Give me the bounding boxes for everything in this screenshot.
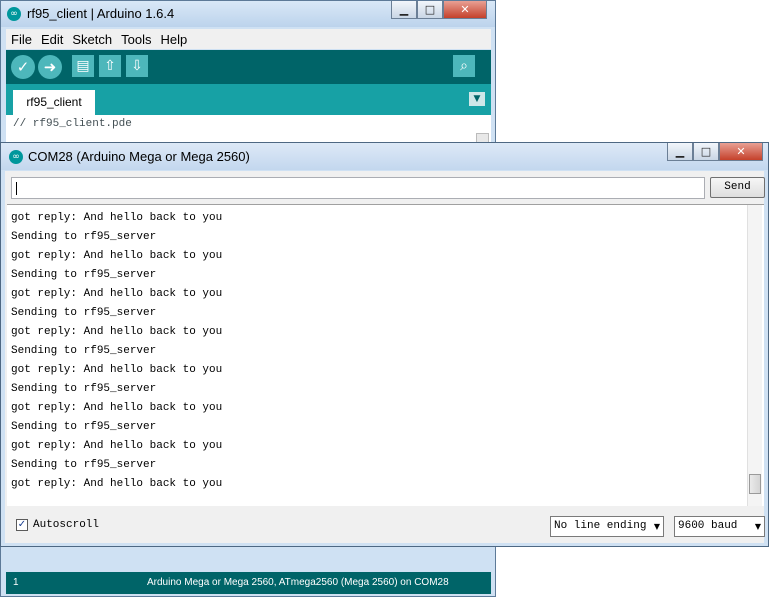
new-file-icon[interactable]: ▤ xyxy=(72,55,94,77)
baud-rate-value: 9600 baud xyxy=(678,520,738,532)
output-line: Sending to rf95_server xyxy=(11,345,157,357)
line-ending-value: No line ending xyxy=(554,520,647,532)
output-line: Sending to rf95_server xyxy=(11,383,157,395)
serial-window-title: COM28 (Arduino Mega or Mega 2560) xyxy=(28,149,250,164)
output-line: Sending to rf95_server xyxy=(11,307,157,319)
arduino-logo-icon: ∞ xyxy=(9,150,23,164)
ide-tabbar: rf95_client ▼ xyxy=(6,84,491,115)
serial-send-input[interactable] xyxy=(11,177,705,199)
code-editor[interactable]: // rf95_client.pde xyxy=(6,115,491,145)
ide-window-title: rf95_client | Arduino 1.6.4 xyxy=(27,6,175,21)
ide-menubar: File Edit Sketch Tools Help xyxy=(6,29,491,49)
serial-bottom-bar: ✓ Autoscroll No line ending ▼ 9600 baud … xyxy=(5,511,765,543)
ide-window-controls: ▁ □ ✕ xyxy=(391,1,487,19)
chevron-down-icon: ▼ xyxy=(653,522,660,531)
output-line: got reply: And hello back to you xyxy=(11,212,223,224)
serial-titlebar[interactable]: ∞ COM28 (Arduino Mega or Mega 2560) ▁ □ … xyxy=(1,143,768,170)
scrollbar-thumb[interactable] xyxy=(749,474,761,494)
maximize-icon[interactable]: □ xyxy=(693,143,719,161)
autoscroll-checkbox[interactable]: ✓ xyxy=(16,519,28,531)
baud-rate-select[interactable]: 9600 baud ▼ xyxy=(674,516,765,537)
output-line: got reply: And hello back to you xyxy=(11,440,223,452)
close-icon[interactable]: ✕ xyxy=(443,1,487,19)
output-lines: got reply: And hello back to you Sending… xyxy=(11,211,222,496)
ide-status-bar: 1 Arduino Mega or Mega 2560, ATmega2560 … xyxy=(6,572,491,594)
menu-sketch[interactable]: Sketch xyxy=(72,32,112,47)
output-line: Sending to rf95_server xyxy=(11,231,157,243)
output-line: got reply: And hello back to you xyxy=(11,326,223,338)
output-line: got reply: And hello back to you xyxy=(11,250,223,262)
send-button[interactable]: Send xyxy=(710,177,765,198)
status-board-info: Arduino Mega or Mega 2560, ATmega2560 (M… xyxy=(147,577,449,588)
serial-window-controls: ▁ □ ✕ xyxy=(667,143,763,161)
output-line: got reply: And hello back to you xyxy=(11,478,223,490)
output-line: got reply: And hello back to you xyxy=(11,288,223,300)
chevron-down-icon: ▼ xyxy=(754,522,761,531)
menu-help[interactable]: Help xyxy=(160,32,187,47)
output-line: Sending to rf95_server xyxy=(11,421,157,433)
menu-edit[interactable]: Edit xyxy=(41,32,63,47)
check-icon[interactable]: ✓ xyxy=(11,55,35,79)
minimize-icon[interactable]: ▁ xyxy=(391,1,417,19)
ide-toolbar: ✓ ➜ ▤ ⇧ ⇩ ⌕ xyxy=(6,50,491,84)
close-icon[interactable]: ✕ xyxy=(719,143,763,161)
output-line: got reply: And hello back to you xyxy=(11,364,223,376)
save-arrow-down-icon[interactable]: ⇩ xyxy=(126,55,148,77)
ide-titlebar[interactable]: ∞ rf95_client | Arduino 1.6.4 ▁ □ ✕ xyxy=(1,1,495,27)
arrow-right-icon[interactable]: ➜ xyxy=(38,55,62,79)
menu-file[interactable]: File xyxy=(11,32,32,47)
code-line: // rf95_client.pde xyxy=(13,118,132,130)
open-arrow-up-icon[interactable]: ⇧ xyxy=(99,55,121,77)
autoscroll-label: Autoscroll xyxy=(33,519,100,531)
minimize-icon[interactable]: ▁ xyxy=(667,143,693,161)
output-line: Sending to rf95_server xyxy=(11,459,157,471)
status-line-number: 1 xyxy=(13,577,19,588)
serial-content: Send got reply: And hello back to you Se… xyxy=(5,171,765,543)
chevron-down-icon[interactable]: ▼ xyxy=(469,92,485,106)
tab-rf95-client[interactable]: rf95_client xyxy=(13,90,95,115)
serial-output[interactable]: got reply: And hello back to you Sending… xyxy=(7,204,764,506)
line-ending-select[interactable]: No line ending ▼ xyxy=(550,516,664,537)
output-line: Sending to rf95_server xyxy=(11,269,157,281)
menu-tools[interactable]: Tools xyxy=(121,32,151,47)
output-line: got reply: And hello back to you xyxy=(11,402,223,414)
serial-monitor-window: ∞ COM28 (Arduino Mega or Mega 2560) ▁ □ … xyxy=(0,142,769,547)
text-caret xyxy=(16,182,17,195)
magnifier-icon[interactable]: ⌕ xyxy=(453,55,475,77)
output-scrollbar[interactable] xyxy=(747,205,762,506)
maximize-icon[interactable]: □ xyxy=(417,1,443,19)
arduino-logo-icon: ∞ xyxy=(7,7,21,21)
